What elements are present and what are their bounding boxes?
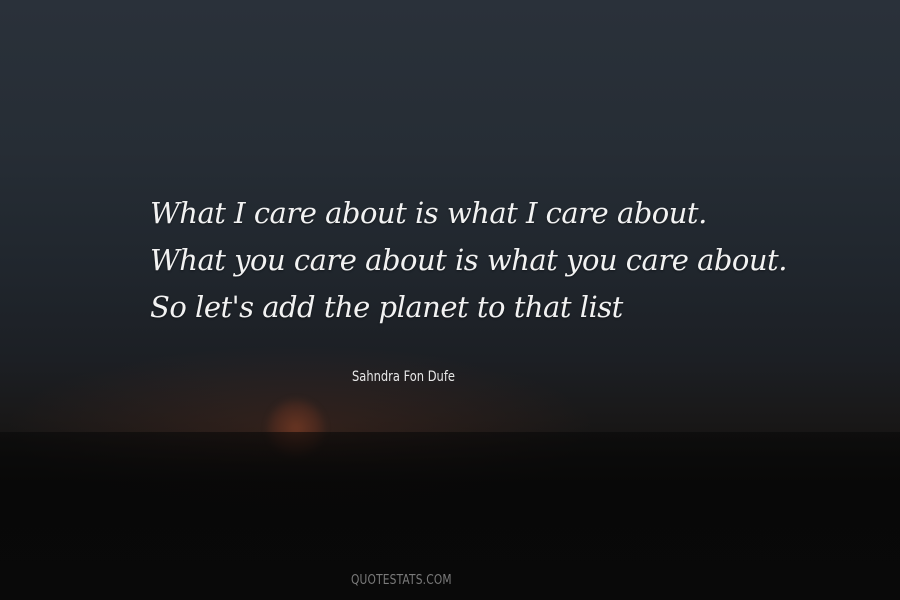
- quote-line-3: So let's add the planet to that list: [150, 290, 623, 324]
- quote-line-1: What I care about is what I care about.: [150, 196, 707, 230]
- quote-text: What I care about is what I care about. …: [150, 190, 790, 331]
- quote-line-2: What you care about is what you care abo…: [150, 243, 787, 277]
- site-watermark: QUOTESTATS.COM: [351, 573, 452, 588]
- quote-image: What I care about is what I care about. …: [0, 0, 900, 600]
- quote-author: Sahndra Fon Dufe: [352, 369, 455, 385]
